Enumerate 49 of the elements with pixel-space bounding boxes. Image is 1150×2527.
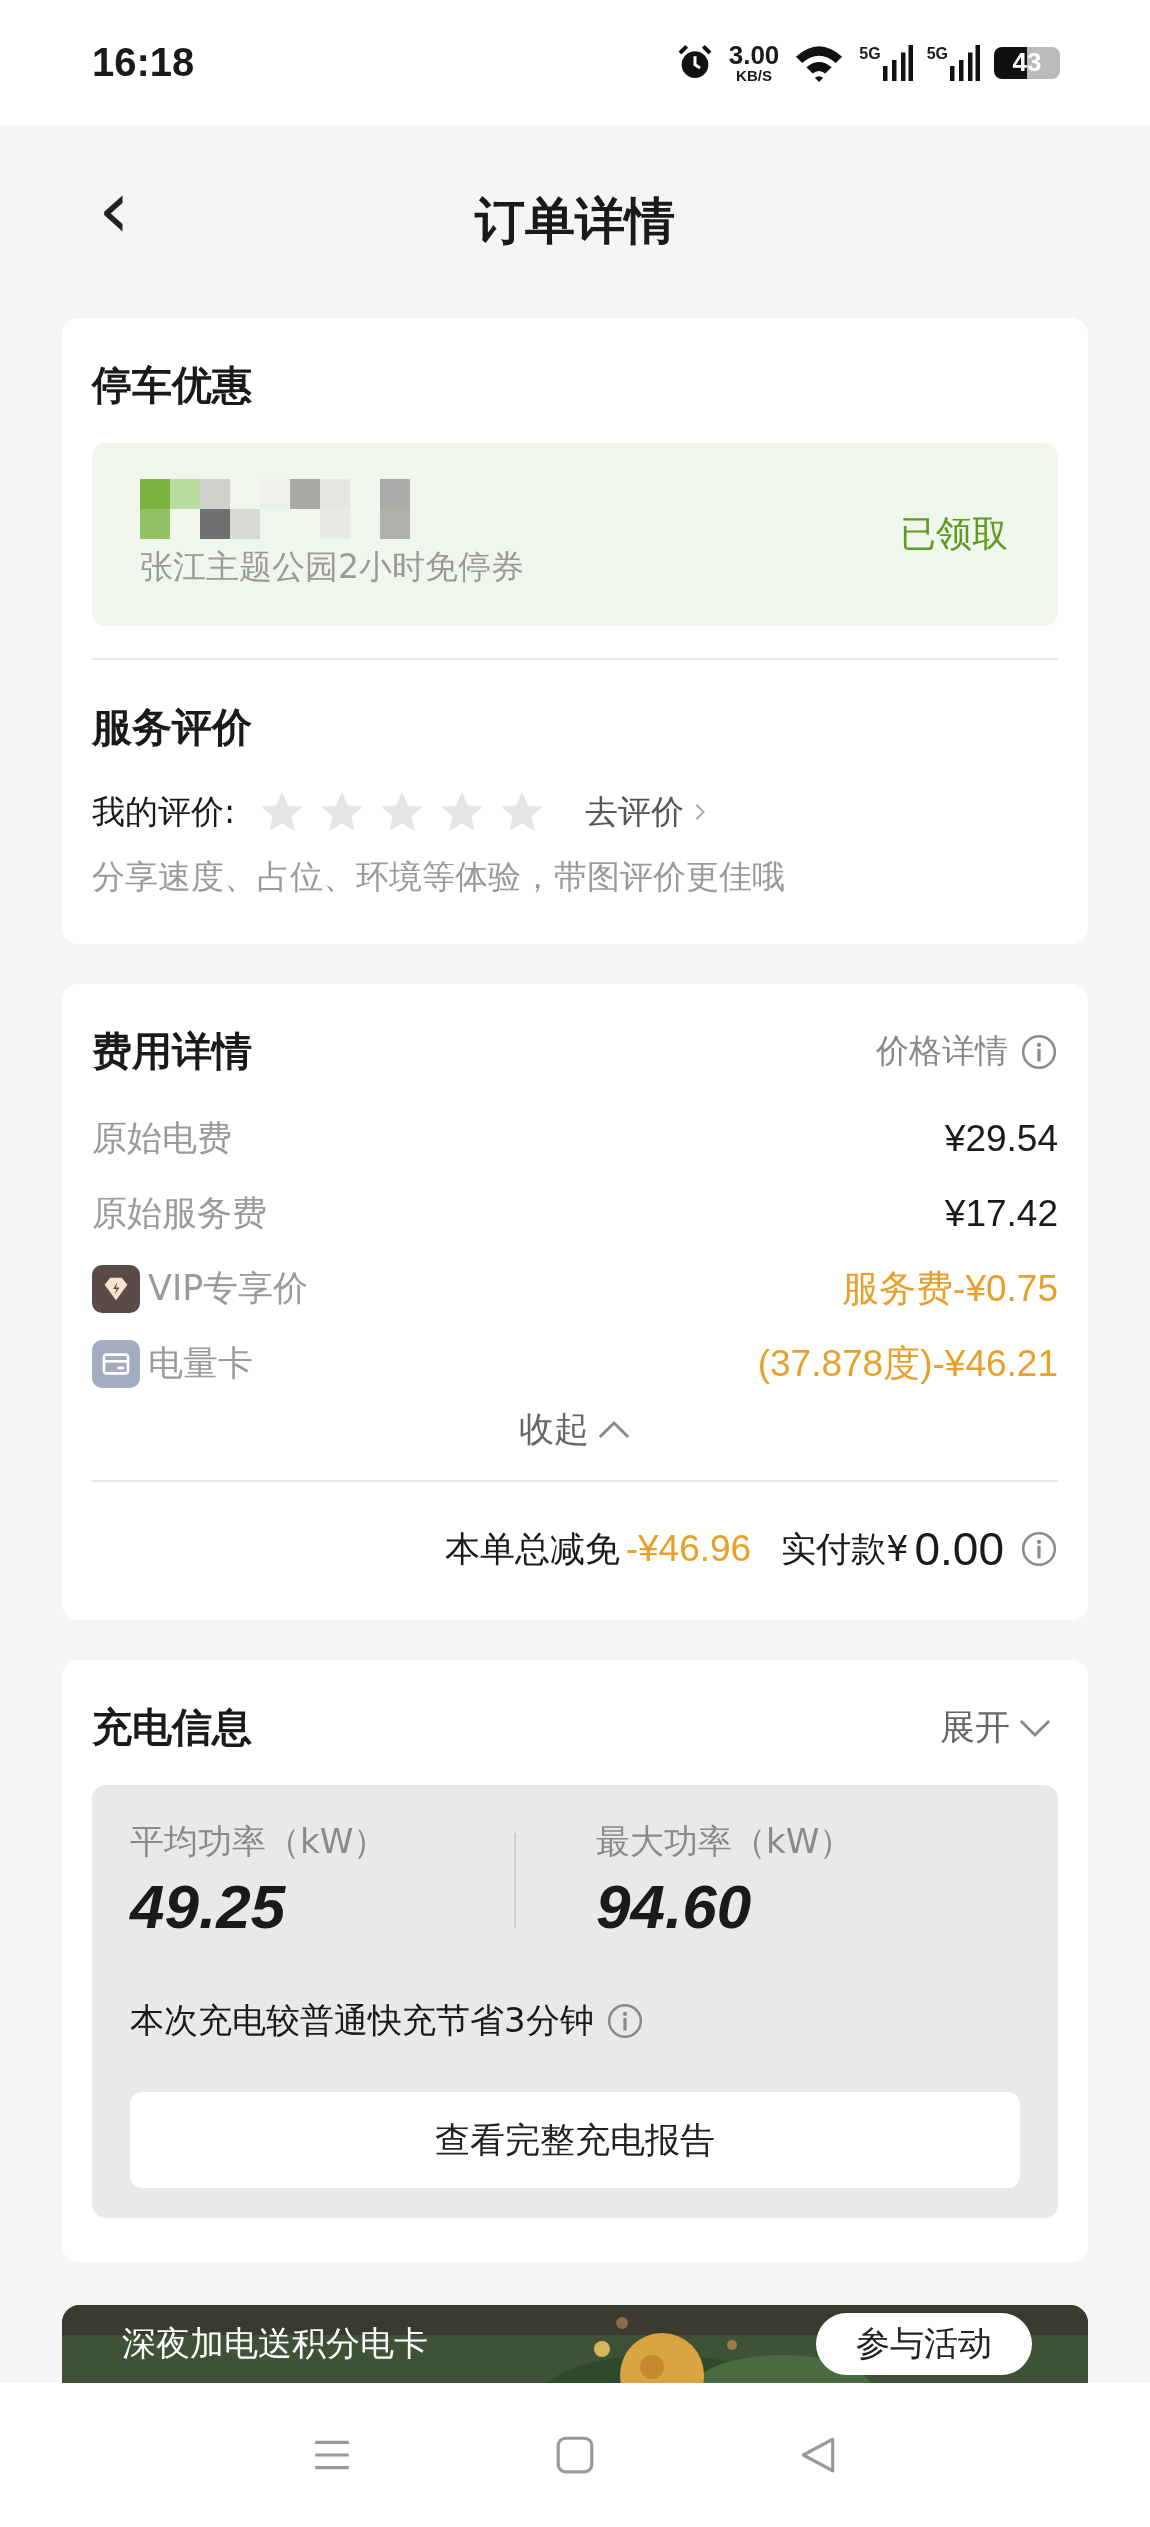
savings-note: 本次充电较普通快充节省3分钟 <box>130 1999 594 2042</box>
expand-toggle[interactable]: 展开 <box>934 1703 1058 1752</box>
info-icon[interactable] <box>1020 1530 1058 1568</box>
info-icon[interactable] <box>605 2002 644 2040</box>
section-title: 服务评价 <box>92 703 253 752</box>
report-button[interactable]: 查看完整充电报告 <box>130 2092 1020 2188</box>
fee-label: 原始服务费 <box>92 1192 267 1235</box>
paid-label: 实付款¥ <box>781 1527 909 1571</box>
network-speed: 3.00 KB/S <box>728 42 780 83</box>
home-square-icon[interactable] <box>554 2434 596 2476</box>
diamond-bolt-icon <box>92 1264 140 1313</box>
info-icon[interactable] <box>1020 1032 1058 1071</box>
card-icon <box>92 1339 140 1388</box>
discount-label: 本单总减免 <box>444 1527 620 1571</box>
discount-amount: -¥46.96 <box>625 1528 752 1570</box>
paid-amount: 0.00 <box>914 1522 1004 1576</box>
rate-link[interactable]: 去评价 <box>585 789 707 835</box>
network-type: 5G <box>859 44 881 63</box>
fee-amount: (37.878度)-¥46.21 <box>757 1341 1058 1386</box>
fee-label: 电量卡 <box>148 1342 253 1385</box>
clock-time: 16:18 <box>92 40 195 85</box>
fee-amount: 服务费-¥0.75 <box>842 1266 1058 1311</box>
rating-label: 我的评价: <box>92 790 236 833</box>
promo-text: 深夜加电送积分电卡 <box>122 2322 428 2365</box>
join-button[interactable]: 参与活动 <box>816 2313 1032 2375</box>
fee-label: 原始电费 <box>92 1117 232 1160</box>
price-details-link[interactable]: 价格详情 <box>876 1029 1008 1074</box>
stat-value: 94.60 <box>596 1871 753 1942</box>
section-title: 停车优惠 <box>92 361 253 410</box>
signal-icon <box>950 44 980 81</box>
signal-icon <box>882 44 913 81</box>
page-title: 订单详情 <box>475 191 675 252</box>
fee-label: VIP专享价 <box>148 1267 309 1310</box>
section-title: 费用详情 <box>92 1027 252 1076</box>
promo-banner[interactable]: 深夜加电送积分电卡 参与活动 <box>62 2305 1088 2383</box>
back-button[interactable]: ‹ <box>88 175 140 245</box>
battery-level: 43 <box>994 46 1060 79</box>
coupon-name: 张江主题公园2小时免停券 <box>140 546 524 588</box>
fee-amount: ¥29.54 <box>944 1117 1058 1160</box>
network-type: 5G <box>926 44 948 63</box>
coupon-status: 已领取 <box>900 512 1008 556</box>
chevron-right-icon <box>694 802 707 822</box>
stat-label: 平均功率（kW） <box>130 1820 389 1863</box>
stat-label: 最大功率（kW） <box>596 1820 855 1863</box>
section-title: 充电信息 <box>92 1703 252 1752</box>
fee-amount: ¥17.42 <box>944 1192 1058 1235</box>
stat-value: 49.25 <box>130 1871 287 1942</box>
collapse-toggle[interactable]: 收起 <box>513 1405 637 1454</box>
review-hint: 分享速度、占位、环境等体验，带图评价更佳哦 <box>92 856 786 898</box>
